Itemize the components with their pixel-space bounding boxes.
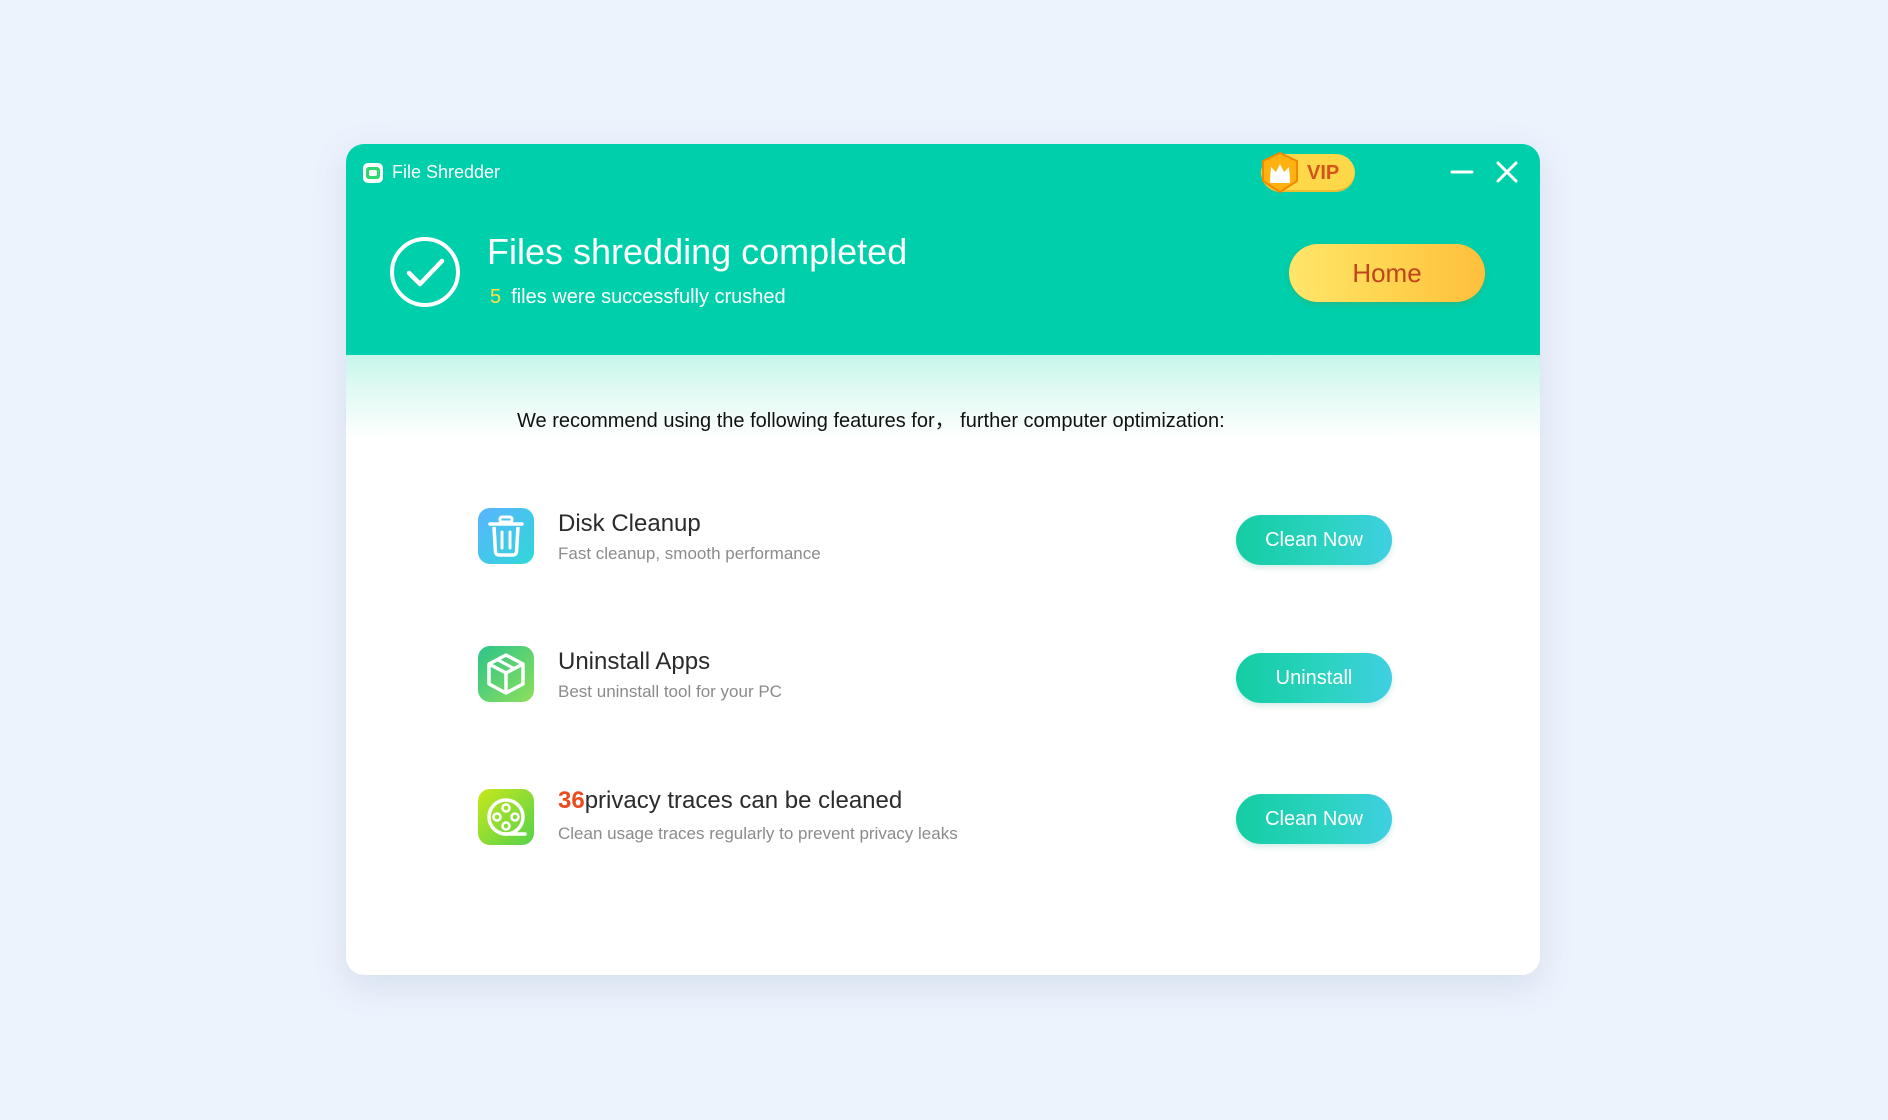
- privacy-clean-now-button[interactable]: Clean Now: [1236, 794, 1392, 844]
- privacy-traces-title: 36privacy traces can be cleaned: [558, 786, 902, 816]
- home-button[interactable]: Home: [1289, 244, 1485, 302]
- disk-cleanup-description: Fast cleanup, smooth performance: [558, 544, 821, 563]
- privacy-traces-title-text: privacy traces can be cleaned: [584, 787, 903, 814]
- privacy-trace-count: 36: [558, 787, 585, 814]
- vip-badge[interactable]: VIP: [1261, 151, 1355, 194]
- uninstall-apps-description: Best uninstall tool for your PC: [558, 682, 782, 701]
- uninstall-apps-title: Uninstall Apps: [558, 648, 711, 675]
- disk-cleanup-clean-now-button[interactable]: Clean Now: [1236, 515, 1392, 565]
- privacy-traces-description: Clean usage traces regularly to prevent …: [558, 824, 958, 843]
- box-icon: [478, 646, 534, 702]
- uninstall-button[interactable]: Uninstall: [1236, 653, 1392, 703]
- app-logo-icon: [363, 163, 383, 183]
- close-icon: [1496, 161, 1518, 183]
- trash-icon: [478, 508, 534, 564]
- success-check-icon: [390, 237, 460, 307]
- close-button[interactable]: [1492, 157, 1522, 187]
- status-subtitle: 5 files were successfully crushed: [490, 284, 786, 310]
- minimize-button[interactable]: [1447, 157, 1477, 187]
- window-title: File Shredder: [392, 162, 501, 182]
- disk-cleanup-title: Disk Cleanup: [558, 510, 701, 537]
- privacy-film-icon: [478, 789, 534, 845]
- status-subtitle-text: files were successfully crushed: [511, 286, 786, 308]
- vip-label: VIP: [1307, 162, 1340, 184]
- header-banner: File Shredder VIP Files shredding comple…: [346, 144, 1540, 355]
- file-shredder-window: File Shredder VIP Files shredding comple…: [346, 144, 1540, 975]
- crown-icon: [1262, 151, 1298, 194]
- status-title: Files shredding completed: [487, 231, 908, 272]
- shredded-file-count: 5: [490, 286, 502, 308]
- recommend-text: We recommend using the following feature…: [517, 410, 1225, 432]
